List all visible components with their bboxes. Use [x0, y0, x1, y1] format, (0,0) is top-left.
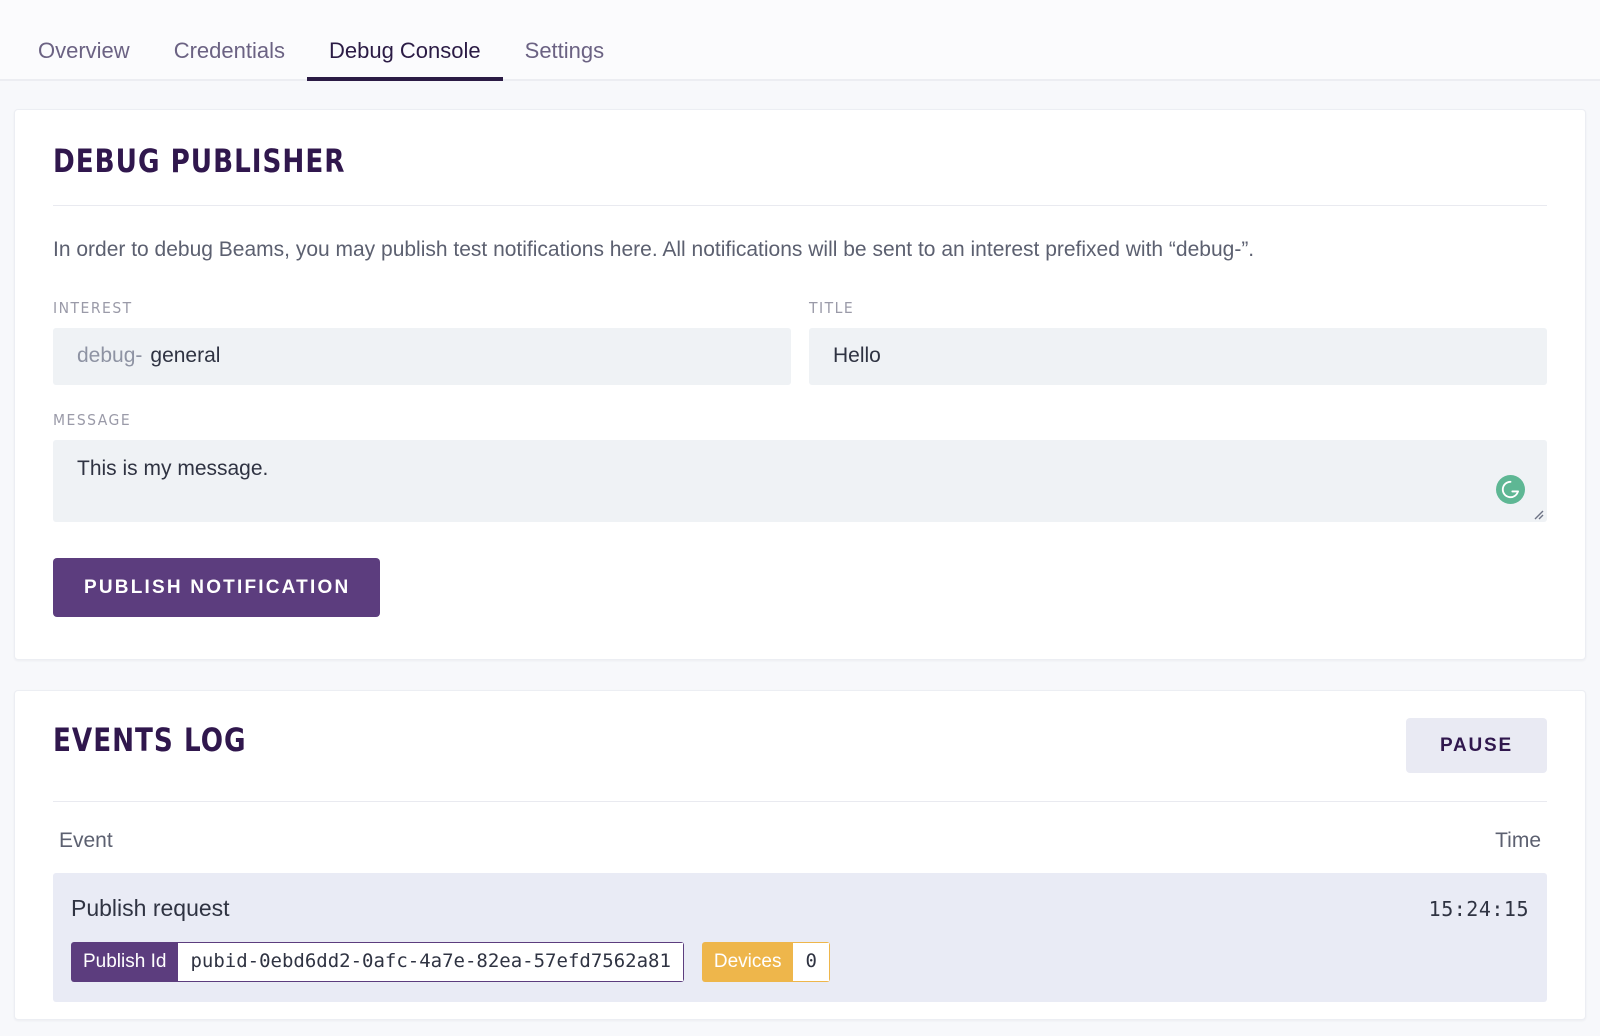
column-header-time: Time — [1495, 828, 1541, 852]
events-log-card: EVENTS LOG PAUSE Event Time Publish requ… — [14, 689, 1586, 1020]
primary-tabs: Overview Credentials Debug Console Setti… — [0, 0, 1600, 81]
devices-badge-label: Devices — [701, 941, 794, 982]
interest-input[interactable]: debug- general — [53, 327, 791, 385]
devices-badge: Devices 0 — [701, 941, 830, 982]
tab-credentials[interactable]: Credentials — [152, 40, 307, 79]
title-value: Hello — [833, 344, 881, 368]
publish-id-badge-value: pubid-0ebd6dd2-0afc-4a7e-82ea-57efd7562a… — [178, 941, 684, 982]
debug-publisher-card: DEBUG PUBLISHER In order to debug Beams,… — [14, 109, 1586, 660]
title-input[interactable]: Hello — [809, 327, 1547, 385]
message-field-group: MESSAGE This is my message. — [53, 411, 1547, 522]
title-field-group: TITLE Hello — [809, 299, 1547, 385]
publisher-field-row: INTEREST debug- general TITLE Hello — [53, 299, 1547, 385]
events-log-title: EVENTS LOG — [53, 720, 247, 759]
publish-id-badge-label: Publish Id — [71, 941, 179, 982]
column-header-event: Event — [59, 828, 113, 852]
publish-notification-button[interactable]: PUBLISH NOTIFICATION — [53, 557, 381, 617]
events-log-header: EVENTS LOG PAUSE — [53, 717, 1547, 773]
pause-button[interactable]: PAUSE — [1405, 717, 1547, 773]
table-row[interactable]: Publish request 15:24:15 Publish Id pubi… — [53, 872, 1547, 1002]
interest-field-group: INTEREST debug- general — [53, 299, 791, 385]
message-value: This is my message. — [77, 456, 269, 480]
title-label: TITLE — [809, 298, 855, 317]
interest-value: general — [150, 344, 221, 368]
tab-settings[interactable]: Settings — [503, 40, 627, 79]
page-title: DEBUG PUBLISHER — [53, 142, 346, 180]
event-name: Publish request — [71, 894, 230, 921]
status-badge: Publish Id pubid-0ebd6dd2-0afc-4a7e-82ea… — [71, 941, 684, 982]
title-divider — [53, 205, 1547, 207]
message-textarea[interactable]: This is my message. — [53, 439, 1547, 522]
grammarly-g-icon[interactable] — [1496, 474, 1525, 504]
tab-overview[interactable]: Overview — [16, 40, 152, 79]
interest-label: INTEREST — [53, 298, 133, 317]
interest-prefix: debug- — [77, 344, 143, 368]
publisher-description: In order to debug Beams, you may publish… — [53, 238, 1255, 262]
event-row-summary: Publish request 15:24:15 — [71, 895, 1529, 922]
tab-debug-console[interactable]: Debug Console — [306, 40, 503, 81]
debug-console-page: Overview Credentials Debug Console Setti… — [0, 0, 1600, 1036]
event-badges: Publish Id pubid-0ebd6dd2-0afc-4a7e-82ea… — [71, 941, 1529, 982]
events-table-header: Event Time — [53, 802, 1547, 873]
message-label: MESSAGE — [53, 410, 132, 429]
devices-badge-value: 0 — [793, 941, 830, 982]
event-timestamp: 15:24:15 — [1428, 896, 1529, 921]
resize-handle-icon[interactable] — [1530, 506, 1544, 520]
